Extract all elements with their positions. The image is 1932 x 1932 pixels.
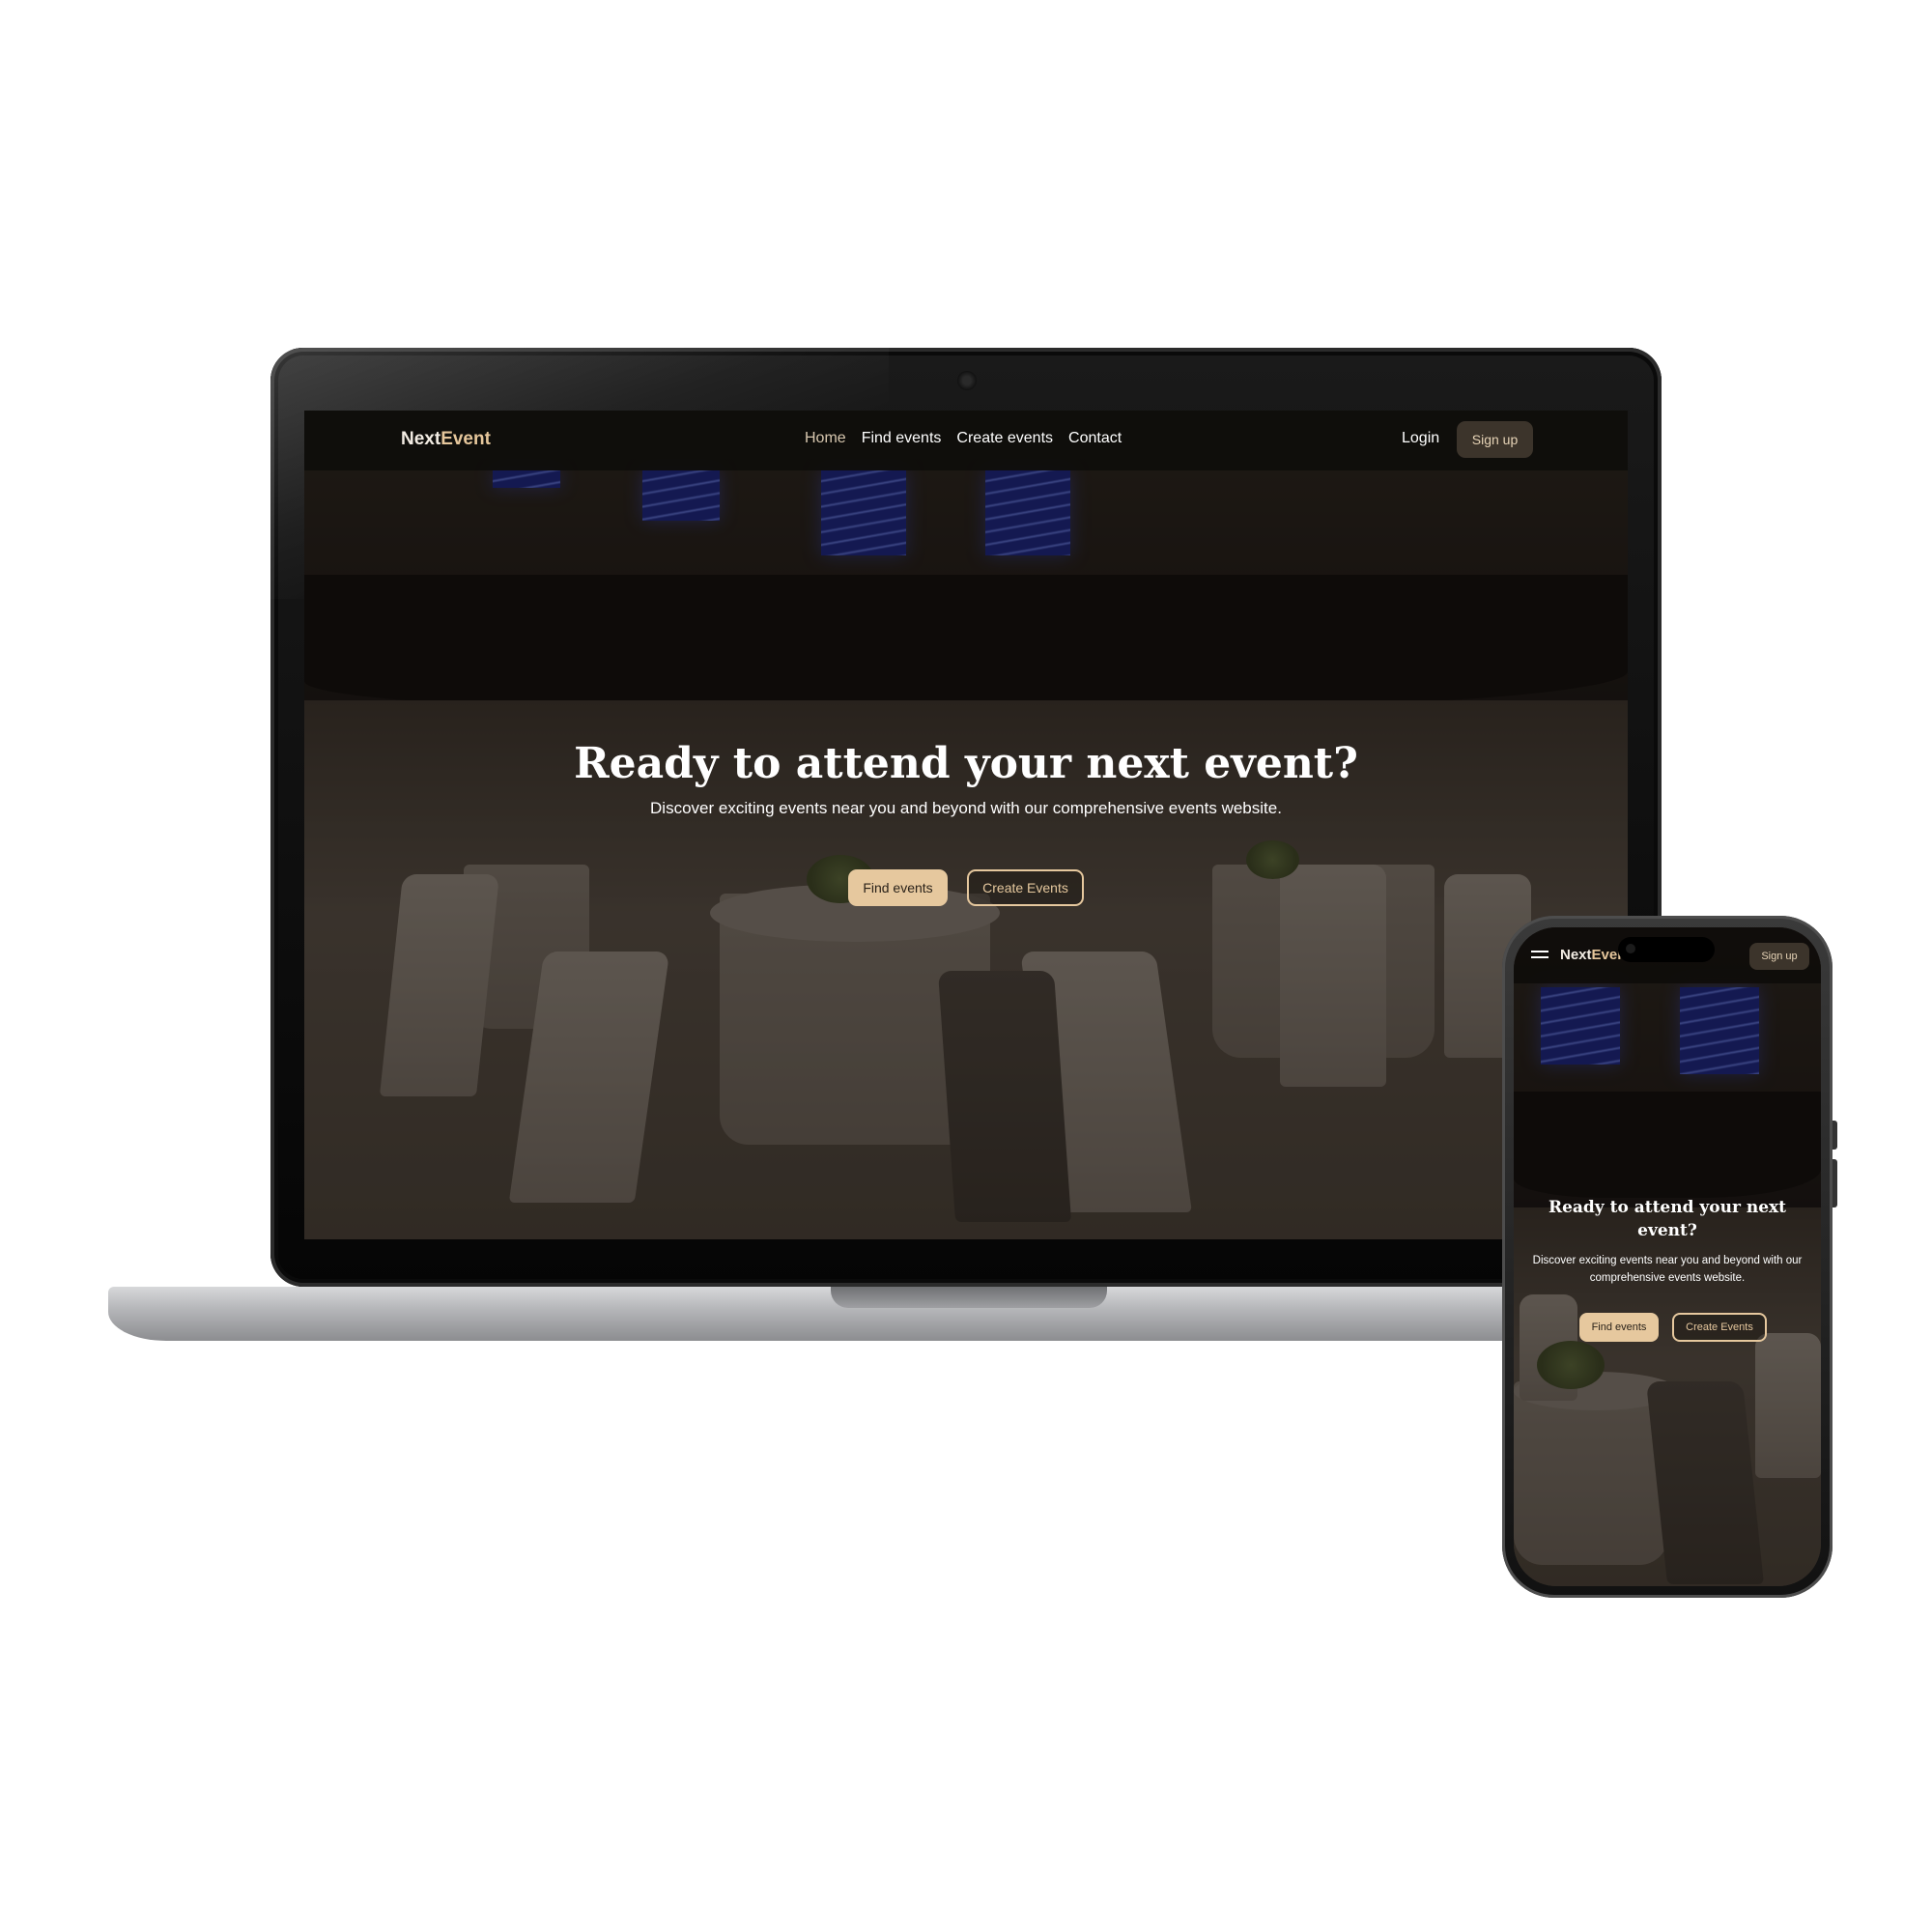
desktop-website: NextEvent Home Find events Create events… [304,411,1628,1239]
hero-title: Ready to attend your next event? [574,739,1358,788]
login-link[interactable]: Login [1402,430,1439,447]
create-events-button[interactable]: Create Events [1672,1313,1767,1342]
hero-title: Ready to attend your next event? [1548,1198,1787,1240]
logo-text: Next [1560,947,1592,963]
hero-background-image [304,411,1628,1239]
logo-text: Next [401,429,441,449]
logo-accent-text: Event [440,429,491,449]
laptop-hinge-notch [831,1287,1107,1308]
find-events-button[interactable]: Find events [848,869,948,906]
laptop-mockup: NextEvent Home Find events Create events… [270,348,1662,1287]
nav-link-create-events[interactable]: Create events [956,430,1053,447]
nav-link-home[interactable]: Home [805,430,846,447]
create-events-button[interactable]: Create Events [967,869,1084,906]
nav-link-contact[interactable]: Contact [1068,430,1122,447]
dark-overlay [304,411,1628,1239]
webcam [957,371,977,390]
hero-subtitle: Discover exciting events near you and be… [1532,1255,1803,1284]
nav-link-find-events[interactable]: Find events [862,430,942,447]
signup-button[interactable]: Sign up [1749,943,1809,970]
mobile-website: NextEvent Sign up Ready to attend your n… [1514,927,1821,1586]
signup-button[interactable]: Sign up [1457,421,1533,458]
top-navbar: NextEvent Home Find events Create events… [304,411,1628,470]
nav-links: Home Find events Create events Contact [805,430,1122,447]
front-camera [1626,944,1635,953]
hero-subtitle: Discover exciting events near you and be… [650,799,1282,817]
find-events-button[interactable]: Find events [1579,1313,1659,1342]
phone-mockup: NextEvent Sign up Ready to attend your n… [1502,916,1833,1598]
hamburger-icon[interactable] [1531,951,1548,962]
brand-logo[interactable]: NextEvent [401,429,491,450]
